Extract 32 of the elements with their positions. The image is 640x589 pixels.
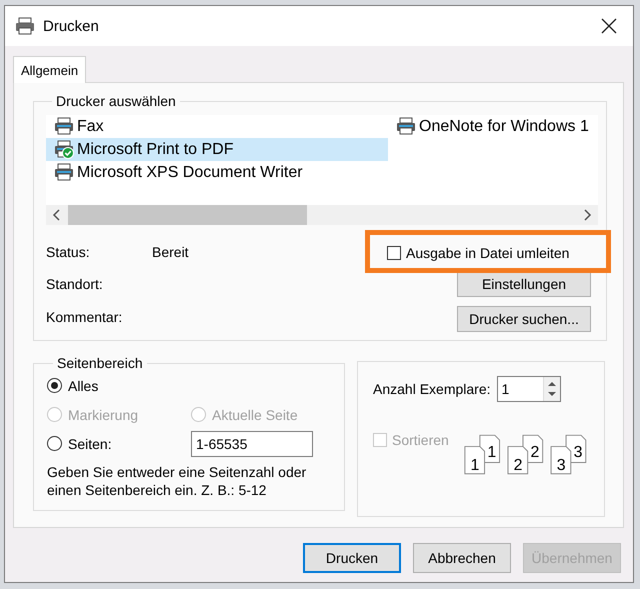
pages-field[interactable]: 1-65535 xyxy=(191,430,313,456)
tab[interactable]: Allgemein xyxy=(13,56,86,83)
printer-icon xyxy=(54,163,74,182)
printer-item[interactable]: Microsoft XPS Document Writer xyxy=(46,161,388,184)
dialog-button[interactable]: Abbrechen xyxy=(413,543,511,573)
hint-text: Geben Sie entweder eine Seitenzahl oder einen Seitenbereich ein. Z. B.: 5-12 xyxy=(47,463,308,499)
radio-button[interactable]: Alles xyxy=(47,378,334,394)
printer-list[interactable]: Fax Microsoft Print to PDF Microsoft XPS Document Writer OneNote for Windows 1 xyxy=(46,115,598,225)
dialog-button[interactable]: Drucken xyxy=(303,543,401,573)
printer-button[interactable]: Drucker suchen... xyxy=(457,306,591,332)
printer-icon xyxy=(396,117,416,136)
printer-icon xyxy=(54,117,74,136)
default-printer-icon xyxy=(54,140,74,159)
printer-icon xyxy=(15,17,35,35)
collate-drawing: 1 1 2 2 3 3 xyxy=(462,432,594,478)
printer-button[interactable]: Einstellungen xyxy=(457,271,591,297)
field-value: Bereit xyxy=(152,244,189,262)
field-label: Status: xyxy=(46,244,91,262)
group-title: Drucker auswählen xyxy=(55,93,177,109)
printer-item[interactable]: Fax xyxy=(46,115,388,138)
field-label: Standort: xyxy=(46,276,104,294)
copies-spinner[interactable]: 1 xyxy=(496,376,561,402)
printer-item[interactable]: OneNote for Windows 1 xyxy=(388,115,598,138)
scroll-thumb[interactable] xyxy=(68,205,307,225)
scrollbar[interactable] xyxy=(46,205,598,225)
group-title: Seitenbereich xyxy=(56,355,144,371)
field-label: Kommentar: xyxy=(46,308,124,327)
print-to-file-checkbox[interactable]: Ausgabe in Datei umleiten xyxy=(387,245,570,261)
window-title: Drucken xyxy=(43,18,100,34)
field-label: Anzahl Exemplare: xyxy=(373,381,491,397)
radio-button[interactable]: Seiten: xyxy=(47,436,191,452)
printer-item[interactable]: Microsoft Print to PDF xyxy=(46,138,388,161)
